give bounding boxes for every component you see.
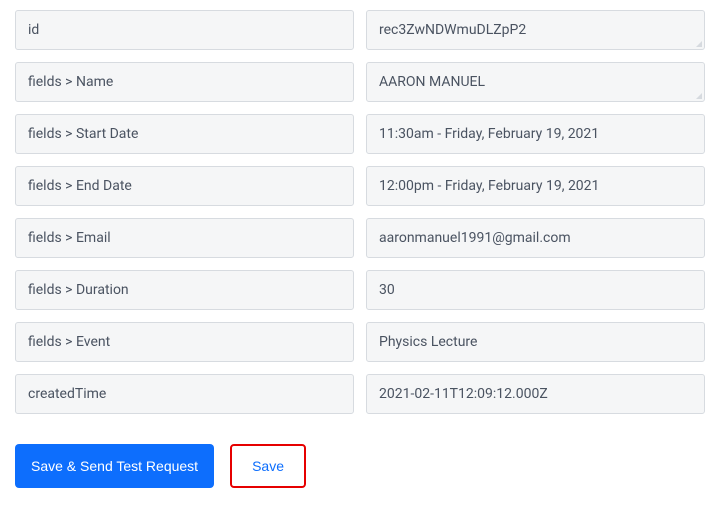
save-send-test-button[interactable]: Save & Send Test Request xyxy=(15,444,214,488)
field-row: id rec3ZwNDWmuDLZpP2 xyxy=(15,10,705,50)
field-key[interactable]: fields > Event xyxy=(15,322,354,362)
field-value[interactable]: 11:30am - Friday, February 19, 2021 xyxy=(366,114,705,154)
field-key[interactable]: fields > Duration xyxy=(15,270,354,310)
field-value[interactable]: Physics Lecture xyxy=(366,322,705,362)
save-highlight: Save xyxy=(230,444,306,488)
field-value[interactable]: aaronmanuel1991@gmail.com xyxy=(366,218,705,258)
field-value[interactable]: rec3ZwNDWmuDLZpP2 xyxy=(366,10,705,50)
field-key[interactable]: id xyxy=(15,10,354,50)
field-row: fields > End Date 12:00pm - Friday, Febr… xyxy=(15,166,705,206)
field-key[interactable]: fields > Name xyxy=(15,62,354,102)
field-key[interactable]: createdTime xyxy=(15,374,354,414)
field-key[interactable]: fields > Start Date xyxy=(15,114,354,154)
field-row: fields > Name AARON MANUEL xyxy=(15,62,705,102)
field-value[interactable]: AARON MANUEL xyxy=(366,62,705,102)
field-row: fields > Start Date 11:30am - Friday, Fe… xyxy=(15,114,705,154)
field-row: fields > Email aaronmanuel1991@gmail.com xyxy=(15,218,705,258)
field-row: createdTime 2021-02-11T12:09:12.000Z xyxy=(15,374,705,414)
field-key[interactable]: fields > Email xyxy=(15,218,354,258)
field-row: fields > Duration 30 xyxy=(15,270,705,310)
button-bar: Save & Send Test Request Save xyxy=(0,426,720,488)
field-value[interactable]: 30 xyxy=(366,270,705,310)
field-value[interactable]: 2021-02-11T12:09:12.000Z xyxy=(366,374,705,414)
fields-container: id rec3ZwNDWmuDLZpP2 fields > Name AARON… xyxy=(0,0,720,414)
save-button[interactable]: Save xyxy=(234,448,302,484)
field-row: fields > Event Physics Lecture xyxy=(15,322,705,362)
field-value[interactable]: 12:00pm - Friday, February 19, 2021 xyxy=(366,166,705,206)
field-key[interactable]: fields > End Date xyxy=(15,166,354,206)
